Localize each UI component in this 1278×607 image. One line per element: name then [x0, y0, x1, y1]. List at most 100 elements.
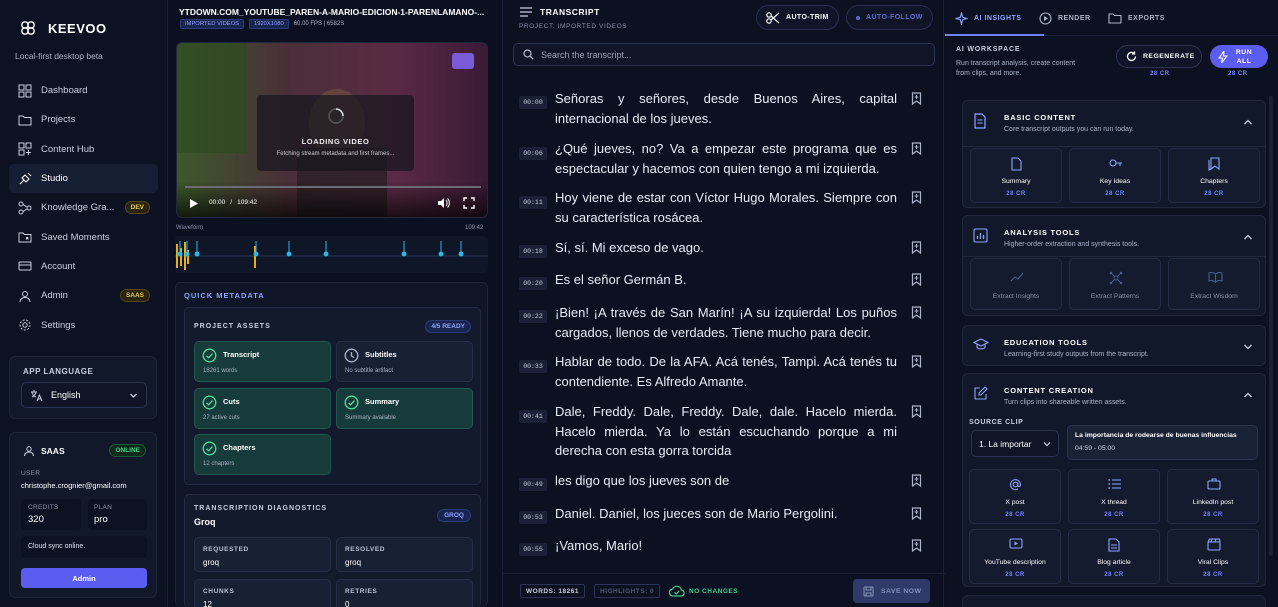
section-description: Learning-first study outputs from the tr…	[1004, 351, 1149, 358]
timestamp[interactable]: 00:06	[519, 147, 547, 160]
fps-duration: 60.00 FPS | 6582S	[293, 21, 345, 27]
bookmark-add-icon[interactable]	[911, 405, 922, 418]
sidebar-item-account[interactable]: Account	[9, 252, 158, 281]
auto-follow-button[interactable]: AUTO-FOLLOW	[846, 5, 933, 30]
timestamp[interactable]: 00:55	[519, 543, 547, 556]
section-header[interactable]: EDUCATION TOOLS Learning-first study out…	[963, 326, 1265, 367]
section-header[interactable]: ANALYSIS TOOLS Higher-order extraction a…	[963, 216, 1265, 261]
timestamp[interactable]: 00:33	[519, 360, 547, 373]
line-text[interactable]: ¿Qué jueves, no? Va a empezar este progr…	[555, 139, 897, 178]
search-input[interactable]: Search the transcript...	[541, 50, 632, 60]
seek-bar[interactable]	[185, 186, 481, 188]
tile-linkedin-post[interactable]: LinkedIn post 28 CR	[1167, 469, 1259, 524]
sidebar-item-content-hub[interactable]: Content Hub	[9, 135, 158, 164]
line-text[interactable]: Señoras y señores, desde Buenos Aires, c…	[555, 89, 897, 128]
sidebar-item-saved-moments[interactable]: Saved Moments	[9, 222, 158, 251]
ai-sections-scroll[interactable]: BASIC CONTENT Core transcript outputs yo…	[951, 93, 1268, 607]
line-text[interactable]: Hablar de todo. De la AFA. Acá tenés, Ta…	[555, 352, 897, 391]
asset-title: Summary	[365, 397, 400, 406]
bookmark-add-icon[interactable]	[911, 306, 922, 319]
bookmark-add-icon[interactable]	[911, 474, 922, 487]
tile-blog-article[interactable]: Blog article 28 CR	[1068, 529, 1160, 584]
section-header[interactable]: CONTENT CREATION Turn clips into shareab…	[963, 374, 1265, 419]
bookmark-add-icon[interactable]	[911, 355, 922, 368]
line-text[interactable]: ¡Bien! ¡A través de San Marín! ¡A su izq…	[555, 303, 897, 342]
tile-youtube-description[interactable]: YouTube description 28 CR	[969, 529, 1061, 584]
section-analysis-tools: ANALYSIS TOOLS Higher-order extraction a…	[962, 215, 1266, 316]
bookmark-add-icon[interactable]	[911, 539, 922, 552]
chevron-down-icon[interactable]	[1243, 343, 1253, 351]
timestamp[interactable]: 00:49	[519, 478, 547, 491]
asset-sub: No subtitle artifact	[345, 368, 394, 374]
chevron-up-icon[interactable]	[1243, 233, 1253, 241]
logo[interactable]: KEEVOO	[20, 20, 107, 36]
tile-extract-wisdom[interactable]: Extract Wisdom	[1168, 258, 1260, 310]
chevron-up-icon[interactable]	[1243, 118, 1253, 126]
tile-key-ideas[interactable]: Key Ideas 28 CR	[1069, 148, 1161, 203]
bookmark-add-icon[interactable]	[911, 507, 922, 520]
play-icon[interactable]	[189, 198, 199, 209]
bookmark-add-icon[interactable]	[911, 273, 922, 286]
bookmark-add-icon[interactable]	[911, 92, 922, 105]
timestamp[interactable]: 00:18	[519, 245, 547, 258]
line-text[interactable]: Es el señor Germán B.	[555, 270, 897, 290]
asset-transcript[interactable]: Transcript 18261 words	[194, 341, 331, 382]
run-all-button[interactable]: RUN ALL	[1210, 45, 1268, 68]
timestamp[interactable]: 00:11	[519, 196, 547, 209]
line-text[interactable]: ¡Vamos, Mario!	[555, 536, 897, 556]
tile-x-post[interactable]: X post 28 CR	[969, 469, 1061, 524]
bookmark-add-icon[interactable]	[911, 191, 922, 204]
asset-summary[interactable]: Summary Summary available	[336, 388, 473, 429]
sidebar-item-studio[interactable]: Studio	[9, 163, 158, 194]
sidebar-item-projects[interactable]: Projects	[9, 105, 158, 134]
line-text[interactable]: Sí, sí. Mi exceso de vago.	[555, 238, 897, 258]
section-header[interactable]: BASIC CONTENT Core transcript outputs yo…	[963, 101, 1265, 146]
asset-subtitles[interactable]: Subtitles No subtitle artifact	[336, 341, 473, 382]
line-text[interactable]: Daniel. Daniel, los jueces son de Mario …	[555, 504, 897, 524]
source-clip-select[interactable]: 1. La importar	[971, 430, 1059, 457]
volume-icon[interactable]	[437, 197, 450, 209]
timestamp[interactable]: 00:41	[519, 410, 547, 423]
timestamp[interactable]: 00:53	[519, 511, 547, 524]
save-icon	[863, 586, 874, 596]
tile-viral-clips[interactable]: Viral Clips 28 CR	[1167, 529, 1259, 584]
chevron-up-icon[interactable]	[1243, 391, 1253, 399]
language-select[interactable]: English	[21, 382, 147, 408]
line-text[interactable]: Dale, Freddy. Dale, Freddy. Dale, dale. …	[555, 402, 897, 461]
scrollbar[interactable]	[1269, 96, 1273, 556]
save-now-button[interactable]: SAVE NOW	[853, 579, 930, 603]
tab-exports[interactable]: EXPORTS	[1108, 9, 1165, 27]
transcript-search[interactable]: Search the transcript...	[513, 43, 935, 66]
tile-summary[interactable]: Summary 28 CR	[970, 148, 1062, 203]
sidebar-item-settings[interactable]: Settings	[9, 310, 158, 339]
auto-trim-button[interactable]: AUTO-TRIM	[756, 5, 839, 30]
fullscreen-icon[interactable]	[463, 197, 475, 209]
bookmark-add-icon[interactable]	[911, 142, 922, 155]
sidebar-item-dashboard[interactable]: Dashboard	[9, 76, 158, 105]
bookmark-add-icon[interactable]	[911, 241, 922, 254]
credits-value: 320	[28, 514, 44, 525]
tile-chapters[interactable]: Chapters 28 CR	[1168, 148, 1260, 203]
timestamp[interactable]: 00:00	[519, 96, 547, 109]
line-text[interactable]: les digo que los jueves son de	[555, 471, 897, 491]
admin-button[interactable]: Admin	[21, 568, 147, 588]
timestamp[interactable]: 00:22	[519, 310, 547, 323]
asset-cuts[interactable]: Cuts 27 active cuts	[194, 388, 331, 429]
tab-render[interactable]: RENDER	[1039, 9, 1091, 27]
video-meta: IMPORTED VIDEOS 1920X1080 60.00 FPS | 65…	[180, 19, 344, 29]
book-open-icon	[1208, 271, 1223, 283]
regenerate-button[interactable]: REGENERATE	[1116, 45, 1202, 68]
line-text[interactable]: Hoy viene de estar con Víctor Hugo Moral…	[555, 188, 897, 227]
video-player[interactable]: LOADING VIDEO Fetching stream metadata a…	[176, 42, 488, 218]
tile-extract-patterns[interactable]: Extract Patterns	[1069, 258, 1161, 310]
timestamp[interactable]: 00:20	[519, 277, 547, 290]
waveform[interactable]	[175, 236, 488, 273]
tab-ai-insights[interactable]: AI INSIGHTS	[955, 9, 1022, 27]
sidebar-item-admin[interactable]: Admin SAAS	[9, 281, 158, 310]
section-next[interactable]	[962, 595, 1266, 607]
bookmark-icon	[1208, 157, 1220, 171]
asset-chapters[interactable]: Chapters 12 chapters	[194, 434, 331, 475]
tile-extract-insights[interactable]: Extract Insights	[970, 258, 1062, 310]
tile-x-thread[interactable]: X thread 28 CR	[1068, 469, 1160, 524]
sidebar-item-knowledge-graph[interactable]: Knowledge Gra... DEV	[9, 193, 158, 222]
